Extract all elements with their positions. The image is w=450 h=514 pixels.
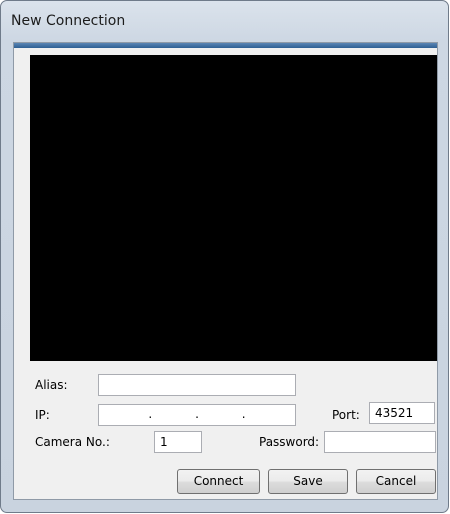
ip-separator-1: . xyxy=(148,407,153,421)
camera-number-label: Camera No.: xyxy=(35,435,110,449)
connect-button[interactable]: Connect xyxy=(177,469,260,494)
alias-label: Alias: xyxy=(35,378,68,392)
ip-label: IP: xyxy=(35,408,50,422)
cancel-button[interactable]: Cancel xyxy=(356,469,436,494)
accent-strip xyxy=(14,43,437,48)
ip-separator-3: . xyxy=(241,407,246,421)
alias-input[interactable] xyxy=(98,374,296,396)
dialog-body: Alias: IP: . . . Port: 43521 Camera No.:… xyxy=(13,42,438,500)
window-title: New Connection xyxy=(11,13,126,29)
password-label: Password: xyxy=(259,435,320,449)
new-connection-window: New Connection Alias: IP: . . . Port: 43… xyxy=(0,0,449,513)
ip-address-input[interactable]: . . . xyxy=(98,404,296,426)
ip-separator-2: . xyxy=(195,407,199,421)
save-button[interactable]: Save xyxy=(268,469,348,494)
port-input[interactable]: 43521 xyxy=(369,402,435,424)
password-input[interactable] xyxy=(324,431,436,453)
port-label: Port: xyxy=(332,408,360,422)
camera-number-input[interactable]: 1 xyxy=(154,431,202,453)
video-preview xyxy=(30,55,437,361)
